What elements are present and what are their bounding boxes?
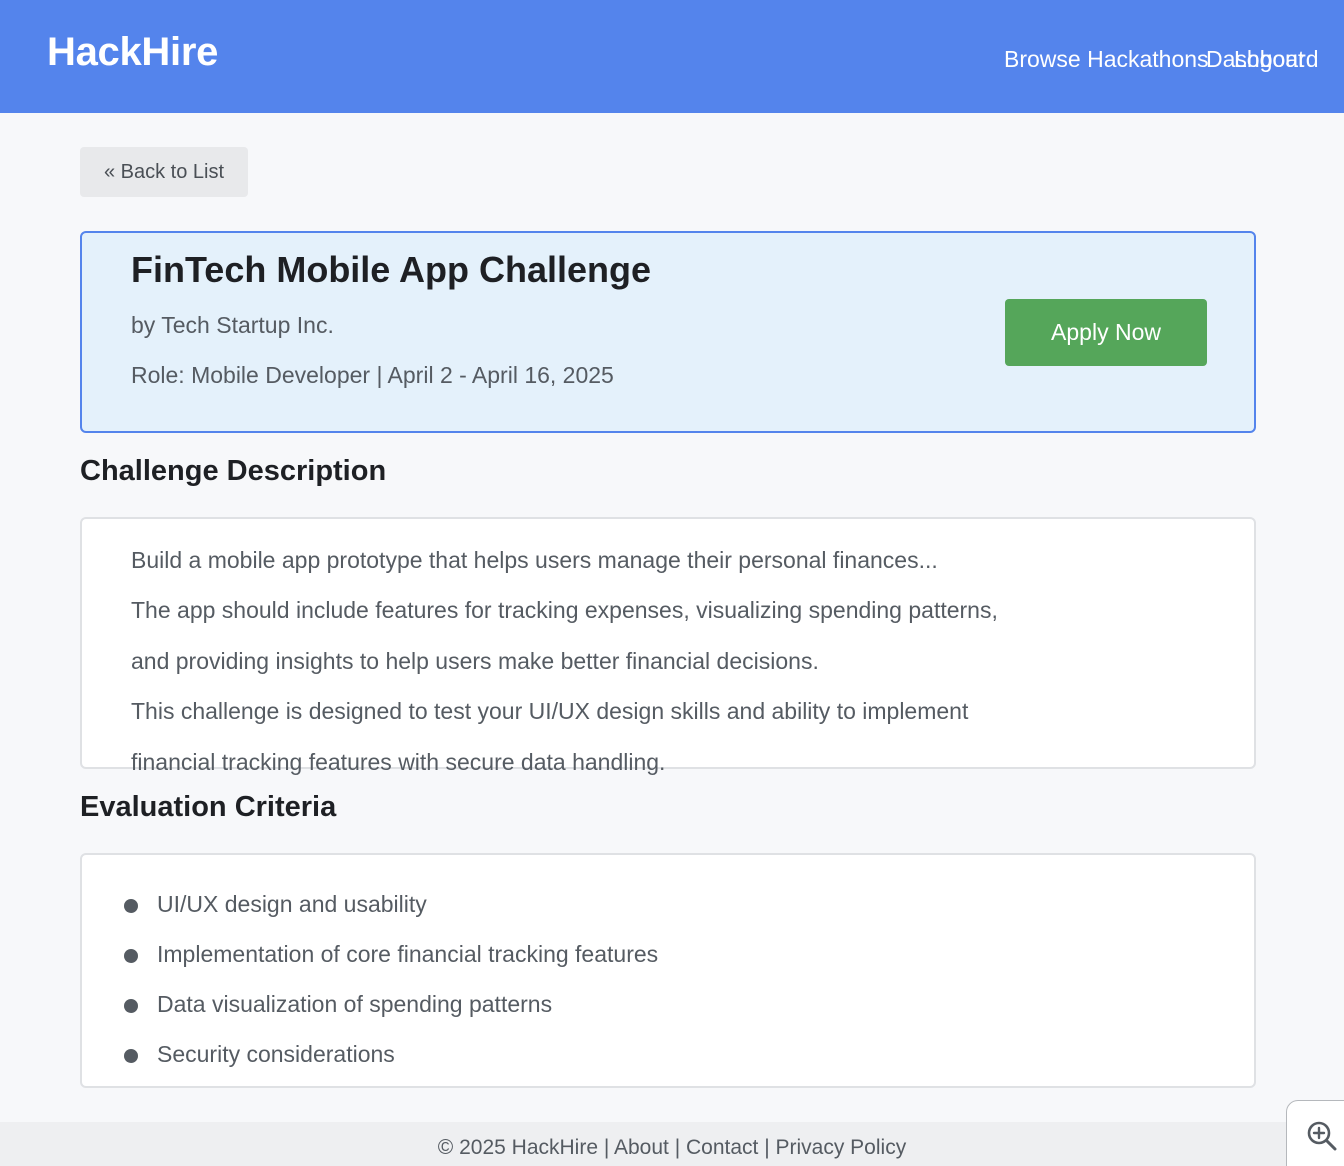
description-line: This challenge is designed to test your …	[131, 698, 969, 724]
footer-text: © 2025 HackHire | About | Contact | Priv…	[0, 1136, 1344, 1160]
description-line: The app should include features for trac…	[131, 597, 998, 623]
footer-copyright: © 2025 HackHire	[437, 1136, 599, 1159]
zoom-in-icon	[1307, 1121, 1337, 1151]
back-to-list-button[interactable]: « Back to List	[80, 147, 248, 197]
bullet-icon	[124, 949, 138, 963]
bullet-icon	[124, 999, 138, 1013]
page-footer: © 2025 HackHire | About | Contact | Priv…	[0, 1122, 1344, 1166]
footer-separator: |	[598, 1136, 614, 1159]
nav-logout[interactable]: Logout	[1234, 46, 1304, 73]
hackathon-hero-card: FinTech Mobile App Challenge by Tech Sta…	[80, 231, 1256, 433]
criteria-text: Data visualization of spending patterns	[157, 991, 553, 1017]
hackathon-meta: Role: Mobile Developer | April 2 - April…	[131, 362, 614, 388]
description-line: and providing insights to help users mak…	[131, 648, 819, 674]
bullet-icon	[124, 899, 138, 913]
footer-contact-link[interactable]: Contact	[686, 1136, 758, 1159]
evaluation-criteria-heading: Evaluation Criteria	[80, 791, 337, 823]
criteria-text: UI/UX design and usability	[157, 891, 427, 917]
footer-separator: |	[758, 1136, 776, 1159]
criteria-text: Implementation of core financial trackin…	[157, 941, 659, 967]
evaluation-criteria-card: UI/UX design and usability Implementatio…	[80, 853, 1256, 1088]
apply-now-button[interactable]: Apply Now	[1005, 299, 1207, 366]
description-line: financial tracking features with secure …	[131, 749, 666, 775]
logo[interactable]: HackHire	[47, 30, 218, 75]
challenge-description-card: Build a mobile app prototype that helps …	[80, 517, 1256, 775]
zoom-button[interactable]	[1286, 1100, 1344, 1166]
footer-separator: |	[668, 1136, 686, 1159]
app-header: HackHire Browse Hackathons Dashboard Log…	[0, 0, 1344, 113]
bullet-icon	[124, 1049, 138, 1063]
hackathon-title: FinTech Mobile App Challenge	[131, 249, 652, 290]
criteria-text: Security considerations	[157, 1041, 395, 1067]
footer-privacy-link[interactable]: Privacy Policy	[776, 1136, 907, 1159]
footer-about-link[interactable]: About	[614, 1136, 669, 1159]
hackathon-company: by Tech Startup Inc.	[131, 312, 334, 338]
description-line: Build a mobile app prototype that helps …	[131, 547, 938, 573]
challenge-description-heading: Challenge Description	[80, 455, 387, 487]
nav-browse-hackathons[interactable]: Browse Hackathons	[1004, 46, 1209, 73]
